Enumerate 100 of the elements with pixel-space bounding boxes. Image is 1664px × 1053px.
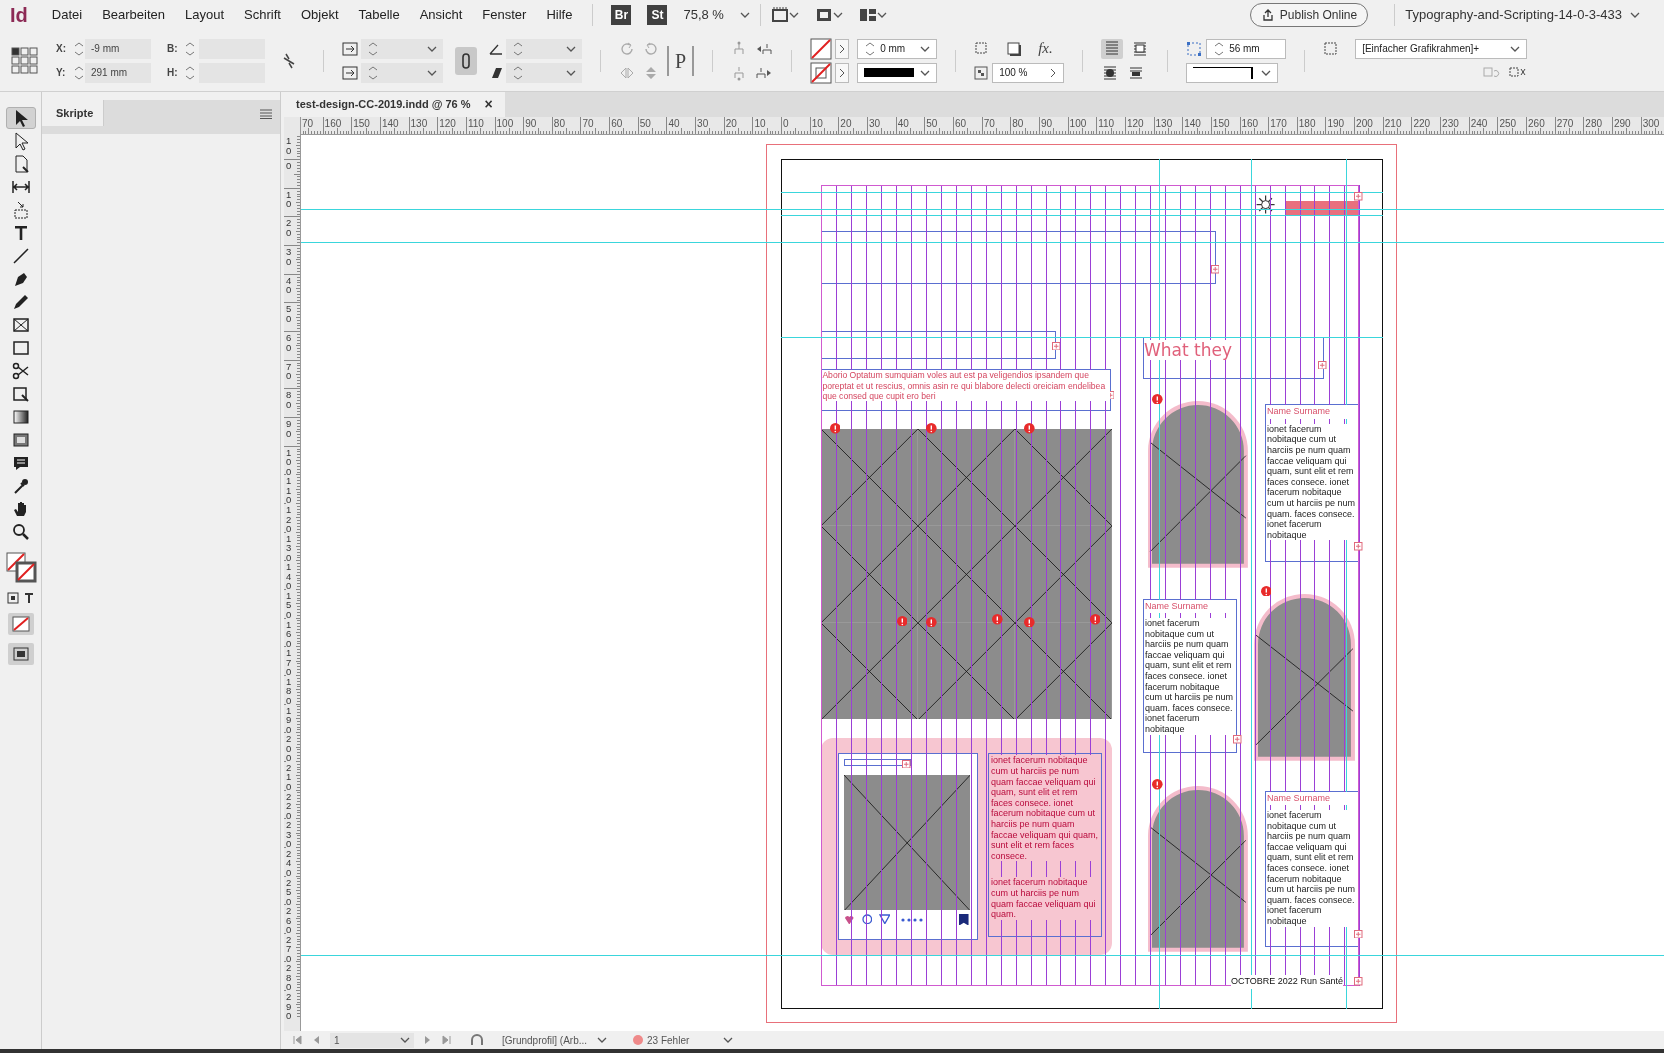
formatting-container-icon[interactable] bbox=[5, 591, 36, 605]
reference-point-icon[interactable] bbox=[10, 45, 40, 76]
menu-item[interactable]: Tabelle bbox=[348, 5, 410, 25]
shadow-icon[interactable] bbox=[1006, 40, 1023, 57]
stepper-icon[interactable] bbox=[184, 64, 196, 81]
ruler-label: 130 bbox=[286, 533, 296, 563]
profile-dropdown[interactable]: [Grundprofil] (Arb... bbox=[502, 1032, 588, 1048]
dropdown-field[interactable] bbox=[361, 62, 443, 83]
page-number-field[interactable]: 1 bbox=[330, 1032, 414, 1048]
x-field[interactable]: -9 mm bbox=[85, 38, 151, 59]
fill-stroke-swatch-icon[interactable] bbox=[4, 551, 37, 583]
ruler-label: 260 bbox=[1528, 119, 1545, 129]
warning-icon bbox=[1024, 616, 1035, 628]
ruler-label: 280 bbox=[286, 963, 296, 992]
scale-width-icon[interactable] bbox=[342, 40, 358, 57]
chain-broken-icon[interactable] bbox=[281, 51, 297, 70]
frame-fitting-field[interactable]: 56 mm bbox=[1206, 38, 1287, 59]
opacity-icon[interactable] bbox=[974, 65, 989, 80]
ruler-label: 140 bbox=[1184, 119, 1201, 129]
dropdown-field[interactable] bbox=[506, 38, 582, 59]
publish-online-button[interactable]: Publish Online bbox=[1249, 3, 1369, 27]
menu-item[interactable]: Fenster bbox=[472, 5, 537, 25]
caret-icon[interactable] bbox=[597, 1036, 608, 1044]
ruler-label: 290 bbox=[1614, 119, 1631, 129]
warning-icon bbox=[896, 615, 908, 627]
dropdown-field[interactable] bbox=[361, 38, 443, 59]
stepper-icon bbox=[1213, 40, 1226, 57]
preflight-icon[interactable] bbox=[470, 1034, 484, 1046]
rectangle-tool-icon[interactable] bbox=[10, 338, 31, 358]
effects-button[interactable]: fx. bbox=[1038, 37, 1053, 60]
ruler-label: 230 bbox=[1442, 119, 1459, 129]
frame-tool-icon[interactable] bbox=[10, 315, 31, 335]
stepper-icon[interactable] bbox=[73, 64, 85, 81]
corner-shape-dropdown[interactable] bbox=[1186, 62, 1279, 83]
apply-none-icon[interactable] bbox=[7, 613, 34, 635]
stepper-icon[interactable] bbox=[73, 40, 85, 57]
overset-marker-icon bbox=[1354, 192, 1363, 201]
ruler-label: 220 bbox=[286, 791, 296, 821]
panel-tab[interactable]: Skripte bbox=[42, 100, 104, 126]
stepper-icon[interactable] bbox=[184, 40, 196, 57]
bridge-button[interactable]: Br bbox=[611, 5, 632, 25]
y-field[interactable]: 291 mm bbox=[85, 62, 151, 83]
workspace-switcher[interactable]: Typography-and-Scripting-14-0-3-433 bbox=[1405, 5, 1622, 25]
arrange-icon[interactable] bbox=[858, 7, 877, 23]
caret-icon bbox=[920, 68, 931, 77]
overset-marker-icon bbox=[1051, 341, 1061, 351]
fill-none-icon[interactable] bbox=[810, 37, 833, 60]
gradient-feather-icon[interactable] bbox=[10, 430, 31, 450]
chevron-icon[interactable] bbox=[835, 62, 850, 83]
caret-icon[interactable] bbox=[788, 11, 799, 19]
ruler-label: 100 bbox=[286, 447, 296, 477]
caret-icon[interactable] bbox=[832, 11, 843, 19]
path-glyph[interactable]: P bbox=[667, 45, 695, 76]
view-options-icon[interactable] bbox=[770, 7, 789, 23]
object-style-dropdown[interactable]: [Einfacher Grafikrahmen]+ bbox=[1355, 38, 1528, 59]
menu-item[interactable]: Ansicht bbox=[409, 5, 473, 25]
overset-marker-icon bbox=[1354, 977, 1363, 986]
caret-icon[interactable] bbox=[876, 11, 887, 19]
gradient-swatch-icon[interactable] bbox=[10, 407, 31, 427]
close-button[interactable]: × bbox=[484, 94, 493, 115]
scissors-icon[interactable] bbox=[10, 361, 31, 381]
stock-button[interactable]: St bbox=[647, 5, 668, 25]
overset-marker-icon bbox=[1233, 735, 1242, 744]
stroke-none-icon[interactable] bbox=[810, 61, 833, 84]
screen-mode-icon[interactable] bbox=[814, 7, 833, 23]
document-tab[interactable]: test-design-CC-2019.indd @ 76 % × bbox=[284, 92, 505, 117]
ruler-label: 150 bbox=[1212, 119, 1230, 129]
menu-item[interactable]: Objekt bbox=[290, 5, 349, 25]
scale-height-icon[interactable] bbox=[342, 64, 358, 81]
zoom-value[interactable]: 75,8 % bbox=[683, 5, 724, 25]
link-icon[interactable] bbox=[455, 46, 477, 75]
screen-mode-icon[interactable] bbox=[7, 643, 34, 665]
caret-icon[interactable] bbox=[739, 11, 750, 19]
caret-icon[interactable] bbox=[1630, 11, 1640, 19]
chevron-icon[interactable] bbox=[835, 38, 850, 59]
caret-icon bbox=[427, 68, 437, 77]
menu-item[interactable]: Datei bbox=[41, 5, 93, 25]
menu-item[interactable]: Hilfe bbox=[536, 5, 583, 25]
free-transform-icon[interactable] bbox=[10, 384, 31, 404]
warning-icon bbox=[926, 423, 938, 434]
stroke-type-dropdown[interactable] bbox=[857, 62, 938, 83]
dropdown-field[interactable] bbox=[506, 62, 582, 83]
break-link-icon[interactable] bbox=[1509, 65, 1528, 80]
warning-icon bbox=[829, 423, 841, 434]
caret-icon bbox=[427, 44, 437, 53]
zoom-tool-icon[interactable] bbox=[10, 522, 31, 542]
opacity-field[interactable]: 100 % bbox=[992, 62, 1065, 83]
auto-fit-icon[interactable] bbox=[1186, 40, 1203, 57]
ruler-label: 70 bbox=[582, 119, 594, 129]
caret-icon bbox=[400, 1036, 410, 1044]
menu-item[interactable]: Schrift bbox=[234, 5, 291, 25]
caret-icon[interactable] bbox=[723, 1036, 734, 1044]
share-icon bbox=[1260, 8, 1275, 22]
panel-menu-icon[interactable] bbox=[260, 109, 272, 119]
overset-marker-icon bbox=[1354, 542, 1363, 551]
menu-item[interactable]: Bearbeiten bbox=[92, 5, 176, 25]
shear-icon[interactable] bbox=[489, 65, 503, 80]
menu-item[interactable]: Layout bbox=[175, 5, 235, 25]
stroke-weight-field[interactable]: 0 mm bbox=[857, 38, 938, 59]
error-count[interactable]: 23 Fehler bbox=[647, 1032, 690, 1048]
